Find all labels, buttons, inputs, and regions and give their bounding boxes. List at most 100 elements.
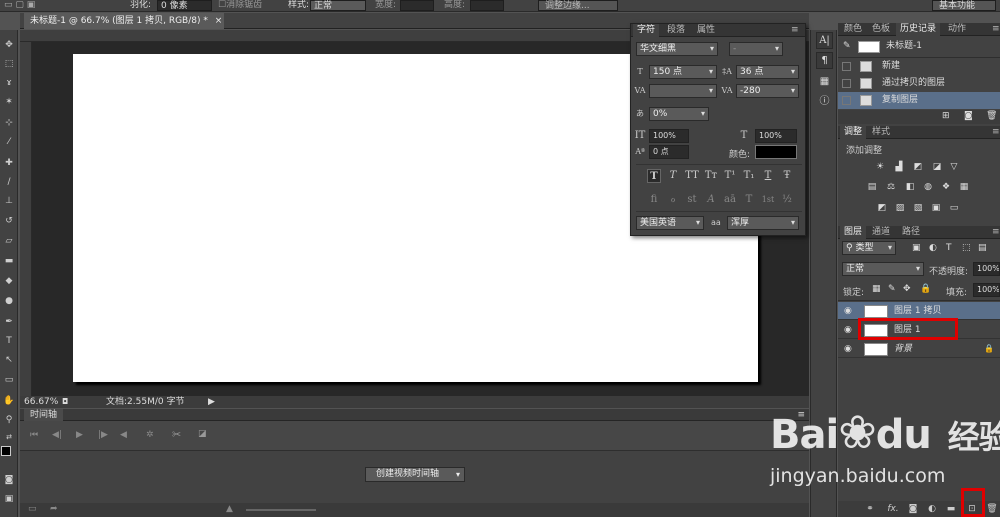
history-brush-source-icon[interactable]: ✎ [843,38,851,55]
zoom-tool-icon[interactable]: ⚲ [2,413,16,427]
history-item-selected[interactable]: 复制图层 [838,92,1000,109]
invert-icon[interactable]: ◩ [876,203,888,214]
tab-color[interactable]: 颜色 [840,23,866,36]
transition-icon[interactable]: ◪ [198,429,207,439]
swash-ligature-button[interactable]: st [685,193,699,207]
dodge-tool-icon[interactable]: ● [2,294,16,308]
discretionary-ligature-button[interactable]: ℴ [666,193,680,207]
shape-tool-icon[interactable]: ▭ [2,373,16,387]
small-caps-button[interactable]: Tт [704,169,718,183]
timeline-zoom-slider[interactable] [246,509,316,511]
tab-styles[interactable]: 样式 [868,126,894,139]
levels-icon[interactable]: ▟ [893,162,905,173]
visibility-eye-icon[interactable]: ◉ [844,340,852,358]
strikethrough-button[interactable]: Ŧ [780,169,794,183]
tab-adjustments[interactable]: 调整 [840,126,867,139]
path-selection-tool-icon[interactable]: ↖ [2,353,16,367]
new-group-folder-icon[interactable]: ▬ [943,501,959,517]
selective-color-icon[interactable]: ▣ [930,203,942,214]
split-scissors-icon[interactable]: ✂ [172,428,181,441]
close-tab-icon[interactable]: × [215,16,223,26]
tab-paragraph[interactable]: 段落 [663,24,689,37]
panel-menu-icon[interactable]: ≡ [988,126,1000,139]
color-balance-icon[interactable]: ⚖ [885,182,897,193]
settings-gear-icon[interactable]: ✲ [146,430,154,440]
pen-tool-icon[interactable]: ✒ [2,315,16,329]
antialias-checkbox[interactable]: ☐ 消除锯齿 [218,0,262,11]
threshold-icon[interactable]: ▧ [912,203,924,214]
tracking-select[interactable]: -280 [736,84,799,98]
black-white-icon[interactable]: ◧ [904,182,916,193]
dropdown-arrow-icon[interactable]: ▾ [456,468,460,481]
next-frame-icon[interactable]: |▶ [98,430,108,440]
blur-tool-icon[interactable]: ◆ [2,274,16,288]
opacity-input[interactable]: 100% [973,262,1000,276]
play-icon[interactable]: ▶ [76,430,83,440]
brightness-contrast-icon[interactable]: ☀ [874,162,886,173]
crop-tool-icon[interactable]: ⊹ [2,116,16,130]
color-lookup-icon[interactable]: ▦ [958,182,970,193]
hue-saturation-icon[interactable]: ▤ [866,182,878,193]
kerning-select[interactable] [649,84,717,98]
tab-properties[interactable]: 属性 [693,24,719,37]
delete-layer-trash-icon[interactable]: 🗑 [984,501,1000,517]
clone-stamp-tool-icon[interactable]: ⊥ [2,194,16,208]
character-panel-icon[interactable]: A| [816,32,833,49]
horizontal-scale-input[interactable]: 100% [755,129,797,143]
quick-mask-icon[interactable]: ◙ [2,473,16,487]
fractions-button[interactable]: ½ [780,193,794,207]
titling-alternates-button[interactable]: T [742,193,756,207]
foreground-color-swatch[interactable] [1,446,11,456]
text-color-swatch[interactable] [755,145,797,159]
history-brush-tool-icon[interactable]: ↺ [2,214,16,228]
refine-edge-button[interactable]: 调整边缘... [538,0,618,11]
workspace-switcher[interactable]: 基本功能 [932,0,996,11]
exposure-icon[interactable]: ◪ [931,162,943,173]
panel-menu-icon[interactable]: ≡ [787,24,803,37]
lock-position-icon[interactable]: ✥ [903,284,911,294]
ordinals-button[interactable]: 1st [761,193,775,207]
new-document-from-state-icon[interactable]: ⊞ [942,111,950,121]
tab-character[interactable]: 字符 [633,24,660,37]
fill-input[interactable]: 100% [973,283,1000,297]
paragraph-panel-icon[interactable]: ¶ [816,52,833,69]
marquee-tool-icon[interactable]: ⬚ [2,57,16,71]
add-mask-icon[interactable]: ◙ [905,501,921,517]
swash-button[interactable]: A [704,193,718,207]
channel-mixer-icon[interactable]: ❖ [940,182,952,193]
gradient-map-icon[interactable]: ▭ [948,203,960,214]
leading-select[interactable]: 36 点 [736,65,799,79]
photo-filter-icon[interactable]: ◍ [922,182,934,193]
zoom-out-icon[interactable]: ▲ [226,504,233,514]
properties-panel-icon[interactable]: ▦ [816,74,833,91]
faux-bold-button[interactable]: T [647,169,661,183]
move-tool-icon[interactable]: ✥ [2,38,16,52]
hand-tool-icon[interactable]: ✋ [2,394,16,408]
posterize-icon[interactable]: ▨ [894,203,906,214]
vertical-scale-input[interactable]: 100% [649,129,689,143]
lasso-tool-icon[interactable]: ɤ [2,76,16,90]
tsume-select[interactable]: 0% [649,107,709,121]
prev-frame-icon[interactable]: ◀| [52,430,62,440]
timeline-tab[interactable]: 时间轴 [24,409,64,421]
panel-menu-icon[interactable]: ≡ [988,23,1000,36]
filter-pixel-icon[interactable]: ▣ [912,243,921,253]
superscript-button[interactable]: T¹ [723,169,737,183]
font-style-select[interactable]: - [729,42,783,56]
visibility-eye-icon[interactable]: ◉ [844,302,852,320]
first-frame-icon[interactable]: ⏮ [30,430,38,440]
underline-button[interactable]: T [761,169,775,183]
status-menu-arrow-icon[interactable]: ▶ [208,396,215,408]
brush-tool-icon[interactable]: ∕ [2,175,16,189]
delete-trash-icon[interactable]: 🗑 [986,111,997,121]
create-video-timeline-button[interactable]: 创建视频时间轴 ▾ [365,467,465,482]
curves-icon[interactable]: ◩ [912,162,924,173]
layer-filter-select[interactable]: ⚲ 类型 [842,241,896,255]
feather-input[interactable]: 0 像素 [157,0,212,11]
antialias-select[interactable]: 浑厚 [727,216,799,230]
magic-wand-tool-icon[interactable]: ✶ [2,95,16,109]
vibrance-icon[interactable]: ▽ [948,162,960,173]
blend-mode-select[interactable]: 正常 [842,262,924,276]
layer-style-fx-icon[interactable]: fx. [884,501,902,517]
swap-colors-icon[interactable]: ⇄ [2,430,16,444]
